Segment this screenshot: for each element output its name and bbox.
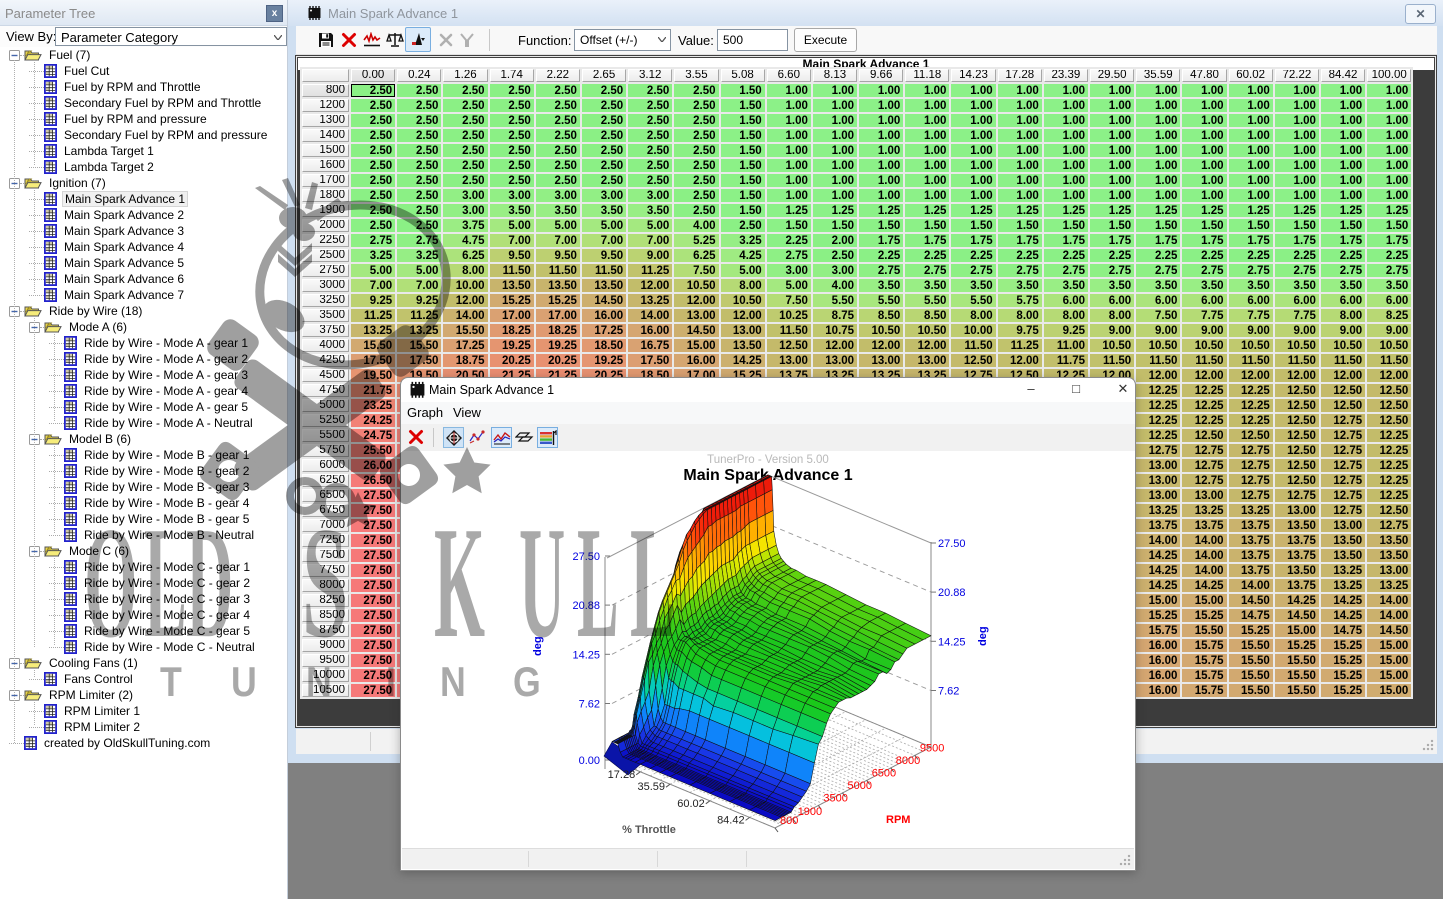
svg-text:17.28: 17.28 [608,769,636,781]
svg-text:60.02: 60.02 [677,798,705,810]
svg-text:6500: 6500 [872,767,896,779]
svg-text:27.50: 27.50 [572,551,600,563]
svg-text:7.62: 7.62 [579,699,600,711]
svg-text:deg: deg [977,626,989,646]
svg-text:0.00: 0.00 [579,755,600,767]
svg-text:8000: 8000 [896,755,920,767]
svg-text:84.42: 84.42 [717,814,745,826]
svg-text:RPM: RPM [886,814,910,826]
svg-text:7.62: 7.62 [938,686,959,698]
svg-text:1900: 1900 [798,806,822,818]
svg-text:14.25: 14.25 [938,636,966,648]
svg-text:% Throttle: % Throttle [622,824,676,836]
svg-text:9500: 9500 [920,742,944,754]
svg-text:20.88: 20.88 [572,600,600,612]
svg-text:800: 800 [780,815,798,827]
svg-text:35.59: 35.59 [637,781,665,793]
svg-text:deg: deg [532,636,544,656]
svg-text:3500: 3500 [823,793,847,805]
svg-text:27.50: 27.50 [938,538,966,550]
svg-text:20.88: 20.88 [938,587,966,599]
svg-text:14.25: 14.25 [572,649,600,661]
svg-text:5000: 5000 [848,780,872,792]
